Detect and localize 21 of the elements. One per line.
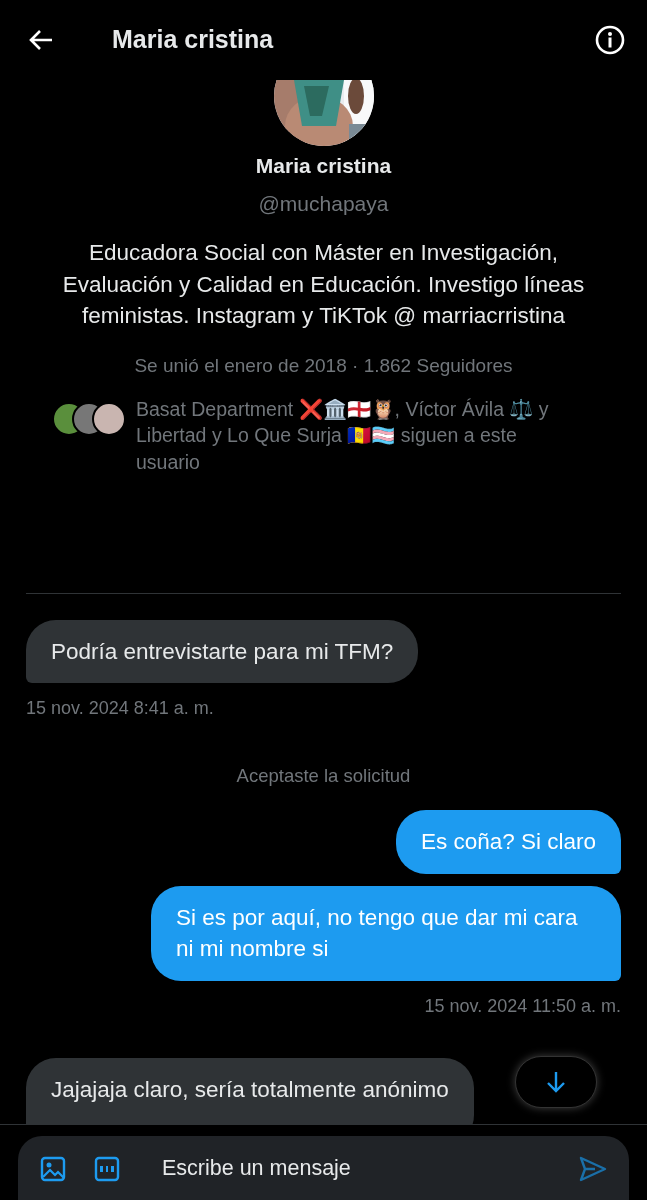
sent-message: Es coña? Si claro (395, 810, 621, 874)
send-icon[interactable] (579, 1155, 607, 1182)
composer-field[interactable]: Escribe un mensaje (18, 1136, 629, 1200)
message-time: 15 nov. 2024 11:50 a. m. (424, 994, 621, 1018)
profile-name: Maria cristina (254, 153, 393, 179)
followed-by-text: Basat Department ❌🏛🏴󠁧󠁢󠁥󠁮󠁧󠁿🦉, Víctor Ávila ⚖ y Libertad y Lo Que Surja 🇦🇩🏳‍⚧ siguen a este usuario (136, 397, 550, 475)
received-message: Jajajaja claro, sería totalmente anónimo (26, 1057, 474, 1124)
system-notice: Aceptaste la solicitud (236, 764, 411, 789)
back-button[interactable] (28, 29, 54, 51)
arrow-down-icon (545, 1070, 567, 1094)
sent-message: Si es por aquí, no tengo que dar mi cara ni mi nombre si (151, 885, 621, 981)
image-icon[interactable] (40, 1155, 66, 1182)
conversation-title: Maria cristina (112, 24, 275, 56)
avatar-icon (92, 402, 126, 436)
info-button[interactable] (595, 25, 625, 55)
received-message: Podría entrevistarte para mi TFM? (26, 619, 419, 684)
message-input[interactable]: Escribe un mensaje (160, 1151, 551, 1186)
profile-bio: Educadora Social con Máster en Investigación, Evaluación y Calidad en Educación. Investigo líneas feministas. Instagram y TiKTok @ marriacrristina (61, 239, 586, 330)
join-and-followers-text: Se unió el enero de 2018 · 1.862 Seguidores (133, 353, 514, 378)
profile-handle: @muchapaya (257, 190, 390, 217)
message-time: 15 nov. 2024 8:41 a. m. (26, 697, 214, 721)
